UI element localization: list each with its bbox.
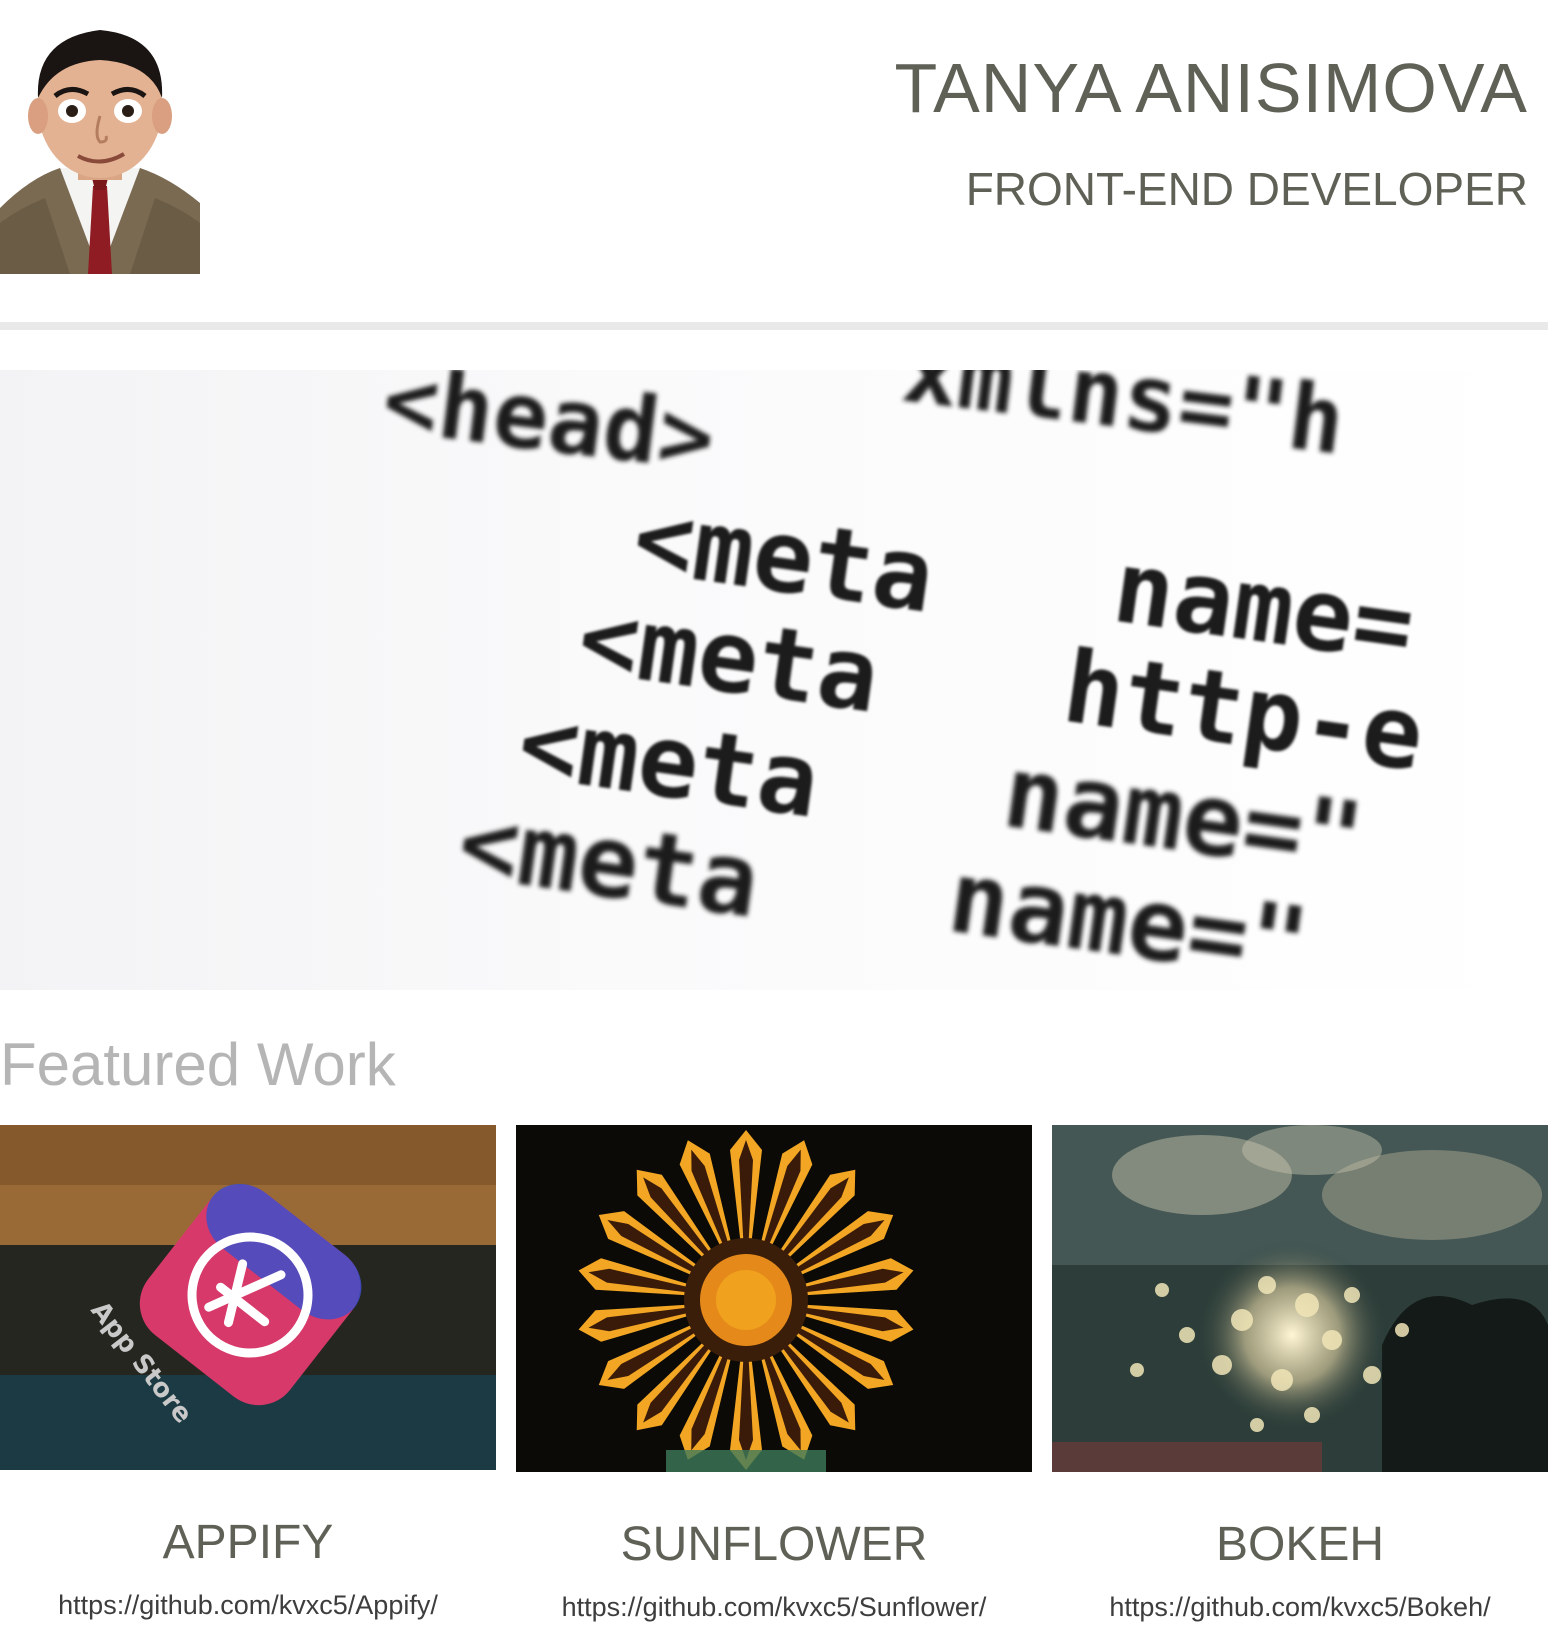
html-code-closeup-icon: <head> xmlns="h <meta name= <meta http-e… bbox=[377, 370, 1430, 990]
bokeh-lights-image-icon bbox=[1052, 1125, 1548, 1472]
project-title: BOKEH bbox=[1215, 1518, 1385, 1571]
code-line: xmlns="h bbox=[897, 370, 1350, 476]
profile-photo-icon bbox=[0, 30, 200, 274]
header-divider bbox=[0, 322, 1548, 330]
code-line: <head> bbox=[377, 370, 720, 492]
project-card-bokeh: BOKEH https://github.com/kvxc5/Bokeh/ bbox=[1052, 1125, 1548, 1648]
sunflower-image-icon bbox=[516, 1125, 1032, 1472]
project-image[interactable] bbox=[516, 1125, 1032, 1472]
project-title: APPIFY bbox=[162, 1516, 334, 1569]
project-card-sunflower: SUNFLOWER https://github.com/kvxc5/Sunfl… bbox=[516, 1125, 1032, 1648]
project-title: SUNFLOWER bbox=[620, 1518, 928, 1571]
page-title: TANYA ANISIMOVA bbox=[894, 49, 1528, 127]
featured-work-heading: Featured Work bbox=[0, 1031, 396, 1098]
project-link[interactable]: https://github.com/kvxc5/Bokeh/ bbox=[1052, 1592, 1548, 1623]
job-title: FRONT-END DEVELOPER bbox=[965, 163, 1528, 215]
project-image[interactable] bbox=[1052, 1125, 1548, 1472]
app-store-icon-image-icon: App Store bbox=[0, 1125, 496, 1470]
project-image[interactable]: App Store bbox=[0, 1125, 496, 1470]
project-card-appify: App Store APPIFY https://github.com/kvxc… bbox=[0, 1125, 496, 1648]
project-link[interactable]: https://github.com/kvxc5/Appify/ bbox=[0, 1590, 496, 1621]
avatar bbox=[0, 8, 200, 274]
hero-image: <head> xmlns="h <meta name= <meta http-e… bbox=[0, 370, 1548, 990]
site-header: TANYA ANISIMOVA FRONT-END DEVELOPER bbox=[0, 0, 1548, 275]
project-link[interactable]: https://github.com/kvxc5/Sunflower/ bbox=[516, 1592, 1032, 1623]
